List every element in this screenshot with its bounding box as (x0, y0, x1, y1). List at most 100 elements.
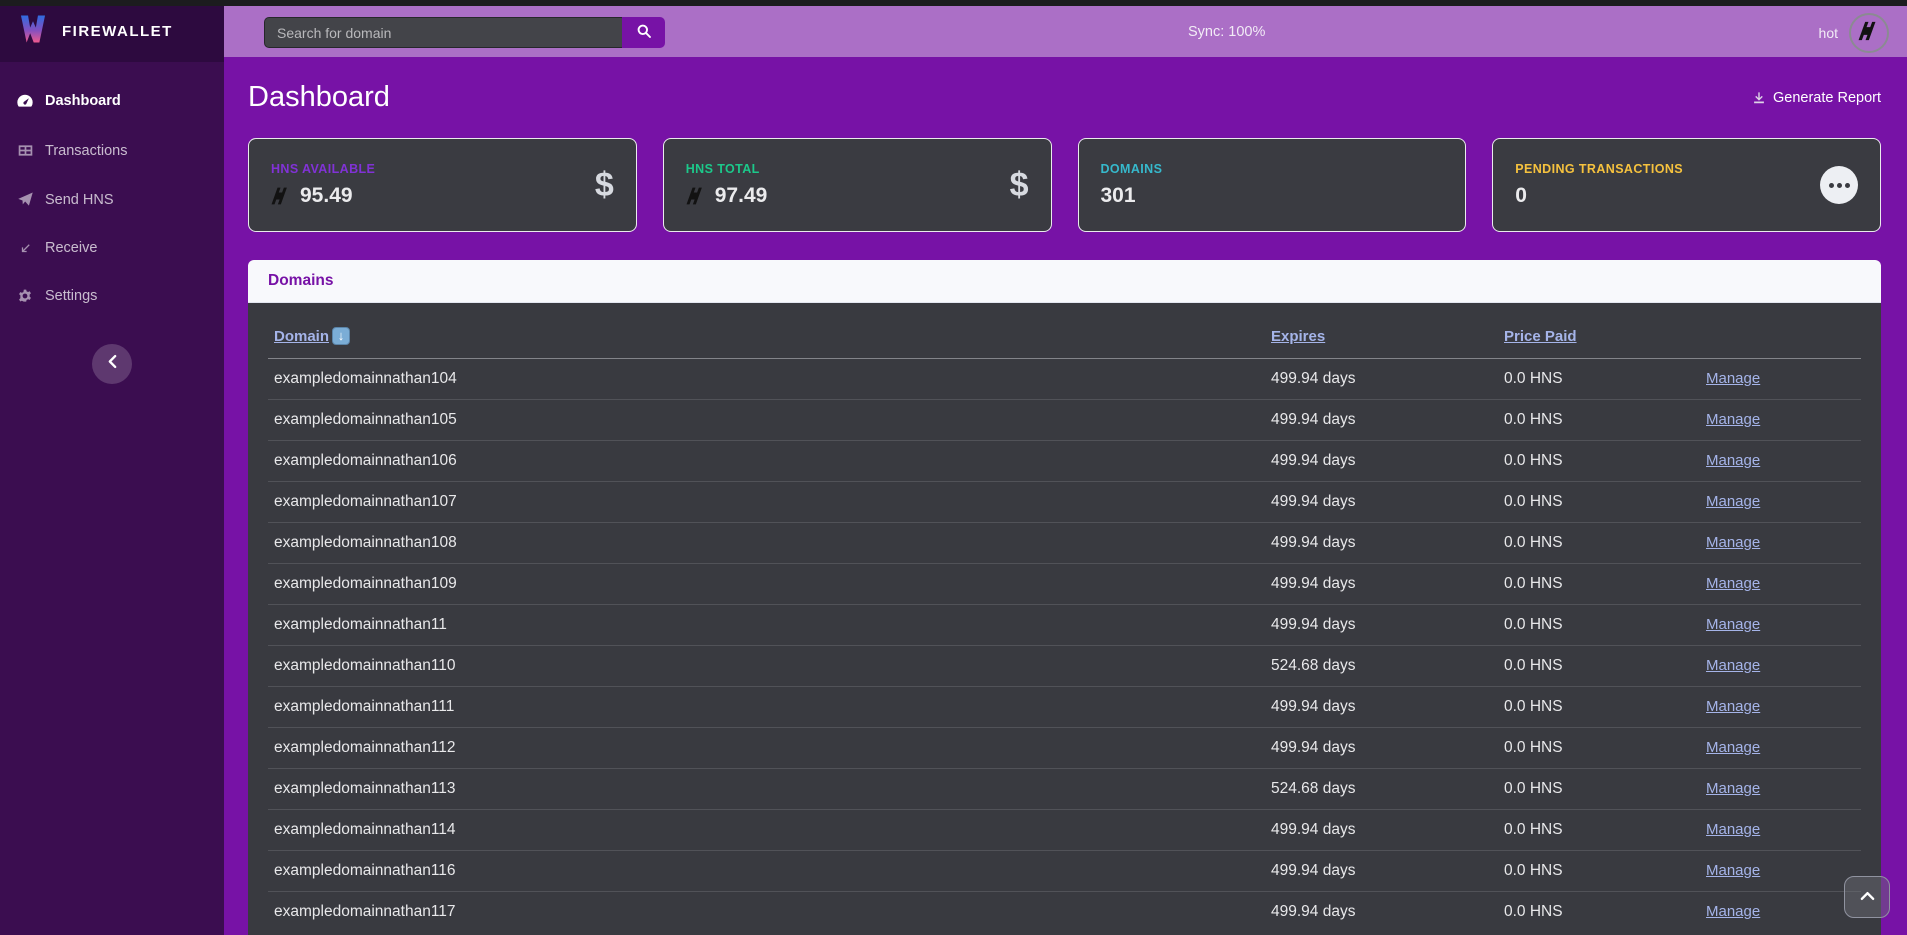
domains-table-body: exampledomainnathan104 499.94 days 0.0 H… (268, 359, 1861, 933)
manage-link[interactable]: Manage (1706, 370, 1760, 387)
expires-cell: 499.94 days (1265, 605, 1498, 646)
sidebar-item-transactions[interactable]: Transactions (0, 126, 224, 175)
price-cell: 0.0 HNS (1498, 646, 1700, 687)
domain-cell: exampledomainnathan112 (268, 728, 1265, 769)
domain-cell: exampledomainnathan117 (268, 892, 1265, 933)
price-cell: 0.0 HNS (1498, 359, 1700, 400)
domain-cell: exampledomainnathan110 (268, 646, 1265, 687)
manage-link[interactable]: Manage (1706, 534, 1760, 551)
generate-report-button[interactable]: Generate Report (1752, 90, 1881, 106)
card-label: DOMAINS (1101, 162, 1163, 176)
card-label: HNS AVAILABLE (271, 162, 375, 176)
table-row: exampledomainnathan114 499.94 days 0.0 H… (268, 810, 1861, 851)
wallet-avatar[interactable] (1849, 13, 1889, 53)
price-cell: 0.0 HNS (1498, 482, 1700, 523)
dollar-sign-icon: $ (1010, 166, 1029, 205)
brand-name: FIREWALLET (62, 23, 173, 40)
column-header-expires[interactable]: Expires (1265, 313, 1498, 359)
expires-cell: 524.68 days (1265, 769, 1498, 810)
page-title: Dashboard (248, 81, 390, 114)
domain-cell: exampledomainnathan106 (268, 441, 1265, 482)
domain-cell: exampledomainnathan108 (268, 523, 1265, 564)
price-cell: 0.0 HNS (1498, 810, 1700, 851)
expires-cell: 499.94 days (1265, 728, 1498, 769)
expires-cell: 499.94 days (1265, 359, 1498, 400)
expires-cell: 524.68 days (1265, 646, 1498, 687)
manage-link[interactable]: Manage (1706, 616, 1760, 633)
search-button[interactable] (622, 17, 665, 48)
wallet-menu[interactable]: hot (1819, 13, 1893, 53)
table-row: exampledomainnathan117 499.94 days 0.0 H… (268, 892, 1861, 933)
sidebar-item-label: Receive (45, 240, 97, 256)
table-row: exampledomainnathan106 499.94 days 0.0 H… (268, 441, 1861, 482)
sidebar-item-receive[interactable]: Receive (0, 224, 224, 272)
manage-link[interactable]: Manage (1706, 698, 1760, 715)
chevron-left-icon (108, 354, 117, 374)
stat-cards: HNS AVAILABLE 95.49 $ HNS TOTAL (248, 138, 1881, 232)
table-row: exampledomainnathan105 499.94 days 0.0 H… (268, 400, 1861, 441)
sync-status: Sync: 100% (1188, 0, 1265, 57)
send-icon (16, 191, 34, 208)
card-hns-available: HNS AVAILABLE 95.49 $ (248, 138, 637, 232)
expires-cell: 499.94 days (1265, 482, 1498, 523)
table-row: exampledomainnathan11 499.94 days 0.0 HN… (268, 605, 1861, 646)
expires-cell: 499.94 days (1265, 810, 1498, 851)
manage-link[interactable]: Manage (1706, 862, 1760, 879)
sort-descending-icon: ↓ (332, 327, 350, 345)
domain-cell: exampledomainnathan109 (268, 564, 1265, 605)
gear-icon (16, 288, 34, 304)
sidebar-item-label: Transactions (45, 143, 127, 159)
manage-link[interactable]: Manage (1706, 657, 1760, 674)
card-hns-total: HNS TOTAL 97.49 $ (663, 138, 1052, 232)
search-input[interactable] (264, 17, 622, 48)
sidebar-item-dashboard[interactable]: Dashboard (0, 76, 224, 126)
expires-cell: 499.94 days (1265, 441, 1498, 482)
column-header-price-paid[interactable]: Price Paid (1498, 313, 1700, 359)
domains-table: Domain↓ Expires Price Paid exampledomain… (268, 313, 1861, 932)
manage-link[interactable]: Manage (1706, 411, 1760, 428)
card-value: 95.49 (300, 184, 353, 208)
domain-cell: exampledomainnathan11 (268, 605, 1265, 646)
download-icon (1752, 91, 1766, 105)
scroll-to-top-button[interactable] (1844, 876, 1890, 918)
table-row: exampledomainnathan109 499.94 days 0.0 H… (268, 564, 1861, 605)
search-icon (636, 23, 652, 42)
sidebar-nav: Dashboard Transactions Send HNS Receive (0, 62, 224, 320)
card-value: 0 (1515, 184, 1527, 208)
manage-link[interactable]: Manage (1706, 780, 1760, 797)
manage-link[interactable]: Manage (1706, 575, 1760, 592)
manage-link[interactable]: Manage (1706, 821, 1760, 838)
table-row: exampledomainnathan112 499.94 days 0.0 H… (268, 728, 1861, 769)
domain-cell: exampledomainnathan114 (268, 810, 1265, 851)
column-header-domain[interactable]: Domain↓ (268, 313, 1265, 359)
sidebar-item-label: Settings (45, 288, 97, 304)
domains-panel-title: Domains (248, 260, 1881, 303)
sidebar: FIREWALLET Dashboard Transactions Send H… (0, 0, 224, 935)
expires-cell: 499.94 days (1265, 523, 1498, 564)
card-value: 97.49 (715, 184, 768, 208)
dollar-sign-icon: $ (595, 166, 614, 205)
manage-link[interactable]: Manage (1706, 739, 1760, 756)
sidebar-item-label: Dashboard (45, 93, 121, 109)
sidebar-item-settings[interactable]: Settings (0, 272, 224, 320)
price-cell: 0.0 HNS (1498, 564, 1700, 605)
expires-cell: 499.94 days (1265, 687, 1498, 728)
hns-coin-icon (271, 186, 291, 206)
manage-link[interactable]: Manage (1706, 903, 1760, 920)
card-pending-transactions: PENDING TRANSACTIONS 0 (1492, 138, 1881, 232)
domains-panel: Domains Domain↓ Expires Price Paid (248, 260, 1881, 935)
domain-cell: exampledomainnathan111 (268, 687, 1265, 728)
domain-cell: exampledomainnathan105 (268, 400, 1265, 441)
manage-link[interactable]: Manage (1706, 452, 1760, 469)
receive-icon (16, 241, 34, 256)
price-cell: 0.0 HNS (1498, 892, 1700, 933)
domain-cell: exampledomainnathan107 (268, 482, 1265, 523)
price-cell: 0.0 HNS (1498, 441, 1700, 482)
manage-link[interactable]: Manage (1706, 493, 1760, 510)
hns-coin-icon (686, 186, 706, 206)
expires-cell: 499.94 days (1265, 400, 1498, 441)
ellipsis-icon[interactable] (1820, 166, 1858, 204)
sidebar-collapse-button[interactable] (92, 344, 132, 384)
sidebar-item-send-hns[interactable]: Send HNS (0, 175, 224, 224)
brand[interactable]: FIREWALLET (0, 0, 224, 62)
